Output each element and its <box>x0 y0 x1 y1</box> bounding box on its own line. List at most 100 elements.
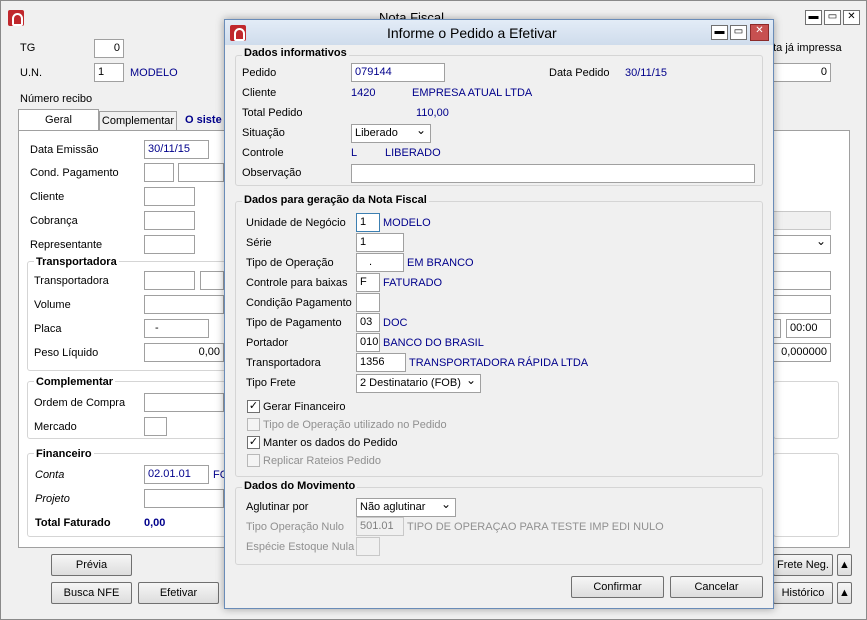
cliente-label: Cliente <box>242 87 277 99</box>
controle-code: L <box>351 147 358 159</box>
tab-geral-label: Geral <box>45 114 72 126</box>
aglutinar-label: Aglutinar por <box>246 501 309 513</box>
gerar-financeiro-label: Gerar Financeiro <box>263 401 346 413</box>
transportadora-input[interactable]: 1356 <box>356 353 406 372</box>
previa-button[interactable]: Prévia <box>51 554 132 576</box>
tab-complementar-label: Complementar <box>101 115 175 127</box>
cond-pagamento-code-input[interactable] <box>144 163 174 182</box>
data-emissao-input[interactable]: 30/11/15 <box>144 140 209 159</box>
right-field-2[interactable] <box>773 271 831 290</box>
projeto-label: Projeto <box>35 493 70 505</box>
scroll-up-icon[interactable]: ▲ <box>837 554 852 576</box>
placa-label: Placa <box>34 323 62 335</box>
condicao-pagamento-label: Condição Pagamento <box>246 297 352 309</box>
placa-input[interactable]: - <box>144 319 209 338</box>
conta-label: Conta <box>35 469 65 481</box>
tipo-pagamento-label: Tipo de Pagamento <box>246 317 342 329</box>
right-select[interactable] <box>773 235 831 254</box>
tg-input[interactable]: 0 <box>94 39 124 58</box>
condicao-pagamento-input[interactable] <box>356 293 380 312</box>
tab-complementar[interactable]: Complementar <box>99 111 177 131</box>
cond-pagamento-name-input[interactable] <box>178 163 224 182</box>
mercado-input[interactable] <box>144 417 167 436</box>
transportadora-code-input[interactable] <box>144 271 195 290</box>
tipo-operacao-pedido-label: Tipo de Operação utilizado no Pedido <box>263 419 447 431</box>
volume-label: Volume <box>34 299 71 311</box>
right-amount-input[interactable]: 0,000000 <box>773 343 831 362</box>
observacao-input[interactable] <box>351 164 755 183</box>
nota-impressa-label: ota já impressa <box>767 42 842 54</box>
close-icon[interactable]: ✕ <box>843 10 860 25</box>
scroll-up-icon-2[interactable]: ▲ <box>837 582 852 604</box>
frete-neg-button[interactable]: Frete Neg. <box>773 554 833 576</box>
tipo-op-nulo-name: TIPO DE OPERAÇAO PARA TESTE IMP EDI NULO <box>407 521 664 533</box>
total-faturado-label: Total Faturado <box>35 517 111 529</box>
maximize-icon[interactable]: ▭ <box>824 10 841 25</box>
aglutinar-value: Não aglutinar <box>360 501 426 513</box>
situacao-label: Situação <box>242 127 285 139</box>
historico-button[interactable]: Histórico <box>773 582 833 604</box>
busca-nfe-button[interactable]: Busca NFE <box>51 582 132 604</box>
minimize-icon[interactable]: ▬ <box>805 10 822 25</box>
dialog-logo-icon <box>230 25 246 41</box>
tipo-pagamento-input[interactable]: 03 <box>356 313 380 332</box>
right-time-input[interactable]: 00:00 <box>786 319 831 338</box>
tipo-operacao-input[interactable]: . <box>356 253 404 272</box>
conta-input[interactable]: 02.01.01 <box>144 465 209 484</box>
representante-input[interactable] <box>144 235 195 254</box>
transportadora-label: Transportadora <box>246 357 321 369</box>
serie-input[interactable]: 1 <box>356 233 404 252</box>
volume-input[interactable] <box>144 295 224 314</box>
situacao-select[interactable]: Liberado <box>351 124 431 143</box>
cobranca-input[interactable] <box>144 211 195 230</box>
right-field-4[interactable] <box>773 319 781 338</box>
pedido-dialog: Informe o Pedido a Efetivar ▬ ▭ ✕ Dados … <box>224 19 774 609</box>
dialog-maximize-icon[interactable]: ▭ <box>730 25 747 40</box>
dialog-title-bar: Informe o Pedido a Efetivar ▬ ▭ ✕ <box>225 20 773 45</box>
controle-name: LIBERADO <box>385 147 441 159</box>
cancelar-button[interactable]: Cancelar <box>670 576 763 598</box>
peso-liquido-input[interactable]: 0,00 <box>144 343 224 362</box>
projeto-input[interactable] <box>144 489 224 508</box>
efetivar-button[interactable]: Efetivar <box>138 582 219 604</box>
app-logo-icon <box>8 10 24 26</box>
ordem-compra-input[interactable] <box>144 393 224 412</box>
total-faturado-value: 0,00 <box>144 517 166 529</box>
situacao-value: Liberado <box>355 127 398 139</box>
tipo-frete-value: 2 Destinatario (FOB) <box>360 377 461 389</box>
dialog-close-icon[interactable]: ✕ <box>750 24 769 41</box>
aglutinar-select[interactable]: Não aglutinar <box>356 498 456 517</box>
manter-dados-checkbox[interactable]: ✓ <box>247 436 260 449</box>
cliente-input[interactable] <box>144 187 195 206</box>
gerar-financeiro-checkbox[interactable]: ✓ <box>247 400 260 413</box>
right-number-input[interactable]: 0 <box>769 63 831 82</box>
tipo-frete-select[interactable]: 2 Destinatario (FOB) <box>356 374 481 393</box>
mercado-label: Mercado <box>34 421 77 433</box>
cobranca-label: Cobrança <box>30 215 78 227</box>
dialog-title: Informe o Pedido a Efetivar <box>387 25 557 41</box>
right-field-3[interactable] <box>773 295 831 314</box>
un-input[interactable]: 1 <box>94 63 124 82</box>
dialog-minimize-icon[interactable]: ▬ <box>711 25 728 40</box>
portador-input[interactable]: 010 <box>356 333 380 352</box>
confirmar-button[interactable]: Confirmar <box>571 576 664 598</box>
observacao-label: Observação <box>242 167 302 179</box>
representante-label: Representante <box>30 239 103 251</box>
right-field-1 <box>773 211 831 230</box>
portador-label: Portador <box>246 337 289 349</box>
pedido-input[interactable]: 079144 <box>351 63 445 82</box>
portador-name: BANCO DO BRASIL <box>383 337 484 349</box>
total-pedido-value: 110,00 <box>416 107 449 119</box>
transportadora-group-title: Transportadora <box>34 256 119 268</box>
controle-baixas-input[interactable]: F <box>356 273 380 292</box>
tab-o-sistema[interactable]: O siste <box>185 114 222 126</box>
cliente-label: Cliente <box>30 191 65 203</box>
dados-nota-title: Dados para geração da Nota Fiscal <box>242 194 429 206</box>
dados-nota-group <box>235 201 763 477</box>
tipo-operacao-pedido-checkbox <box>247 418 260 431</box>
transportadora-name-input[interactable] <box>200 271 224 290</box>
data-pedido-value: 30/11/15 <box>625 67 668 79</box>
tab-geral[interactable]: Geral <box>18 109 99 131</box>
unidade-input[interactable]: 1 <box>356 213 380 232</box>
tipo-frete-label: Tipo Frete <box>246 377 296 389</box>
